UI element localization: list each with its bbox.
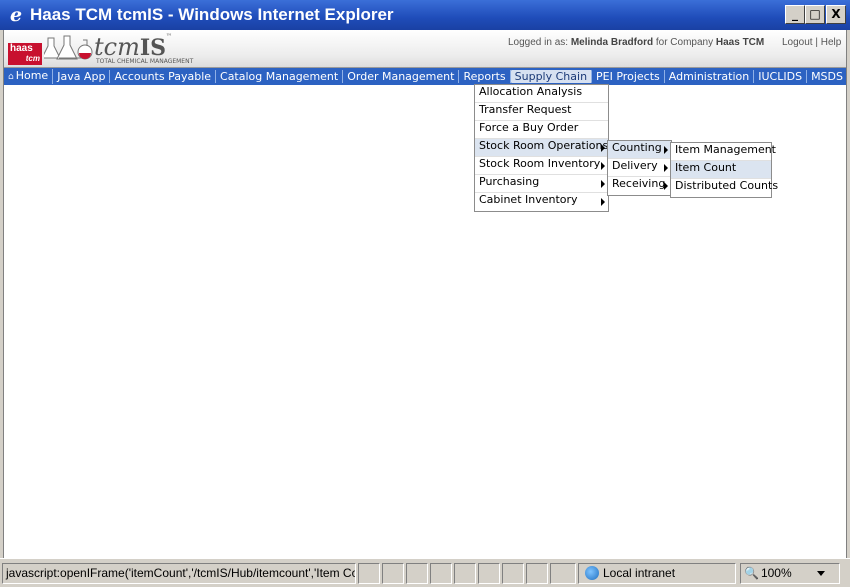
menu-item-label: Allocation Analysis: [479, 85, 583, 98]
menu-item-stock-room-operations[interactable]: Stock Room Operations: [475, 139, 608, 157]
menu-item-label: Receiving: [612, 177, 666, 190]
tcmis-brand: tcmIS™: [94, 33, 172, 61]
minimize-button[interactable]: _: [785, 5, 805, 24]
menu-item-item-count[interactable]: Item Count: [671, 161, 771, 179]
window-title: Haas TCM tcmIS - Windows Internet Explor…: [30, 5, 394, 24]
submenu-arrow-icon: [664, 164, 668, 172]
nav-msds[interactable]: MSDS: [807, 70, 847, 83]
trademark: ™: [166, 33, 173, 40]
nav-supply-chain[interactable]: Supply Chain: [510, 70, 593, 83]
menu-item-stock-room-inventory[interactable]: Stock Room Inventory: [475, 157, 608, 175]
zoom-control[interactable]: 🔍 100%: [740, 563, 840, 584]
window-frame-right: [846, 30, 850, 558]
brand-prefix: tcm: [94, 33, 140, 61]
submenu-arrow-icon: [601, 144, 605, 152]
zoom-icon: 🔍: [744, 566, 759, 580]
menu-item-label: Counting: [612, 141, 662, 154]
status-pane: [550, 563, 576, 584]
menu-item-item-management[interactable]: Item Management: [671, 143, 776, 161]
submenu-arrow-icon: [601, 180, 605, 188]
nav-home[interactable]: ⌂ Home: [4, 69, 54, 84]
logo-tcm-text: tcm: [25, 54, 40, 63]
status-pane: [454, 563, 476, 584]
submenu-arrow-icon: [601, 198, 605, 206]
main-nav: ⌂ Home Java App Accounts Payable Catalog …: [4, 68, 846, 85]
menu-item-label: Delivery: [612, 159, 658, 172]
nav-java-app[interactable]: Java App: [53, 70, 111, 83]
menu-item-allocation-analysis[interactable]: Allocation Analysis: [475, 85, 608, 103]
logo-haas-text: haas: [10, 43, 33, 54]
close-button[interactable]: X: [826, 5, 846, 24]
status-text: javascript:openIFrame('itemCount','/tcmI…: [2, 563, 356, 584]
help-link[interactable]: Help: [821, 37, 842, 48]
zone-label: Local intranet: [603, 566, 676, 580]
login-info: Logged in as: Melinda Bradford for Compa…: [508, 37, 764, 48]
status-bar: javascript:openIFrame('itemCount','/tcmI…: [0, 558, 850, 587]
header-links: Logout | Help: [782, 37, 841, 48]
chevron-down-icon[interactable]: [817, 571, 825, 576]
nav-pei-projects[interactable]: PEI Projects: [592, 70, 665, 83]
nav-home-label: Home: [15, 69, 49, 82]
app-header: haas tcm tcmIS™ TOTAL CHEMICAL MANAGEMEN…: [4, 30, 846, 68]
menu-item-purchasing[interactable]: Purchasing: [475, 175, 608, 193]
submenu-arrow-icon: [601, 162, 605, 170]
nav-accounts-payable[interactable]: Accounts Payable: [110, 70, 217, 83]
company-prefix: for Company: [655, 37, 714, 48]
nav-iuclids[interactable]: IUCLIDS: [754, 70, 808, 83]
menu-item-label: Force a Buy Order: [479, 121, 579, 134]
status-pane: [526, 563, 548, 584]
menu-item-label: Purchasing: [479, 175, 540, 188]
menu-item-label: Stock Room Inventory: [479, 157, 601, 170]
status-pane: [502, 563, 524, 584]
menu-item-label: Cabinet Inventory: [479, 193, 578, 206]
company-name: Haas TCM: [715, 37, 765, 48]
nav-order-management[interactable]: Order Management: [343, 70, 460, 83]
tagline: TOTAL CHEMICAL MANAGEMENT: [96, 58, 194, 65]
ie-icon: e: [9, 4, 23, 26]
nav-administration[interactable]: Administration: [665, 70, 755, 83]
nav-catalog-management[interactable]: Catalog Management: [216, 70, 344, 83]
menu-item-receiving[interactable]: Receiving: [608, 177, 671, 195]
flasks-icon: [44, 35, 93, 60]
menu-item-force-buy-order[interactable]: Force a Buy Order: [475, 121, 608, 139]
status-pane: [406, 563, 428, 584]
menu-item-delivery[interactable]: Delivery: [608, 159, 671, 177]
logout-link[interactable]: Logout: [782, 37, 813, 48]
menu-item-counting[interactable]: Counting: [608, 141, 671, 159]
supply-chain-menu: Allocation Analysis Transfer Request For…: [474, 84, 609, 212]
menu-item-cabinet-inventory[interactable]: Cabinet Inventory: [475, 193, 608, 211]
status-pane: [478, 563, 500, 584]
security-zone[interactable]: Local intranet: [578, 563, 736, 584]
status-pane: [382, 563, 404, 584]
window-titlebar: e Haas TCM tcmIS - Windows Internet Expl…: [0, 0, 850, 30]
user-name: Melinda Bradford: [570, 37, 654, 48]
haas-logo: haas tcm: [8, 43, 42, 65]
home-icon: ⌂: [8, 72, 14, 82]
globe-icon: [585, 566, 599, 580]
zoom-level: 100%: [760, 566, 792, 580]
counting-menu: Item Management Item Count Distributed C…: [670, 142, 778, 198]
menu-item-transfer-request[interactable]: Transfer Request: [475, 103, 608, 121]
login-prefix: Logged in as:: [508, 37, 569, 48]
submenu-arrow-icon: [664, 146, 668, 154]
window-frame-left: [0, 30, 4, 558]
menu-item-label: Transfer Request: [479, 103, 572, 116]
menu-item-label: Stock Room Operations: [479, 139, 609, 152]
submenu-arrow-icon: [664, 182, 668, 190]
status-pane: [358, 563, 380, 584]
stock-room-operations-menu: Counting Delivery Receiving: [607, 140, 672, 196]
link-separator: |: [815, 37, 818, 48]
maximize-button[interactable]: □: [805, 5, 825, 24]
nav-reports[interactable]: Reports: [459, 70, 511, 83]
menu-item-distributed-counts[interactable]: Distributed Counts: [671, 179, 778, 197]
status-pane: [430, 563, 452, 584]
